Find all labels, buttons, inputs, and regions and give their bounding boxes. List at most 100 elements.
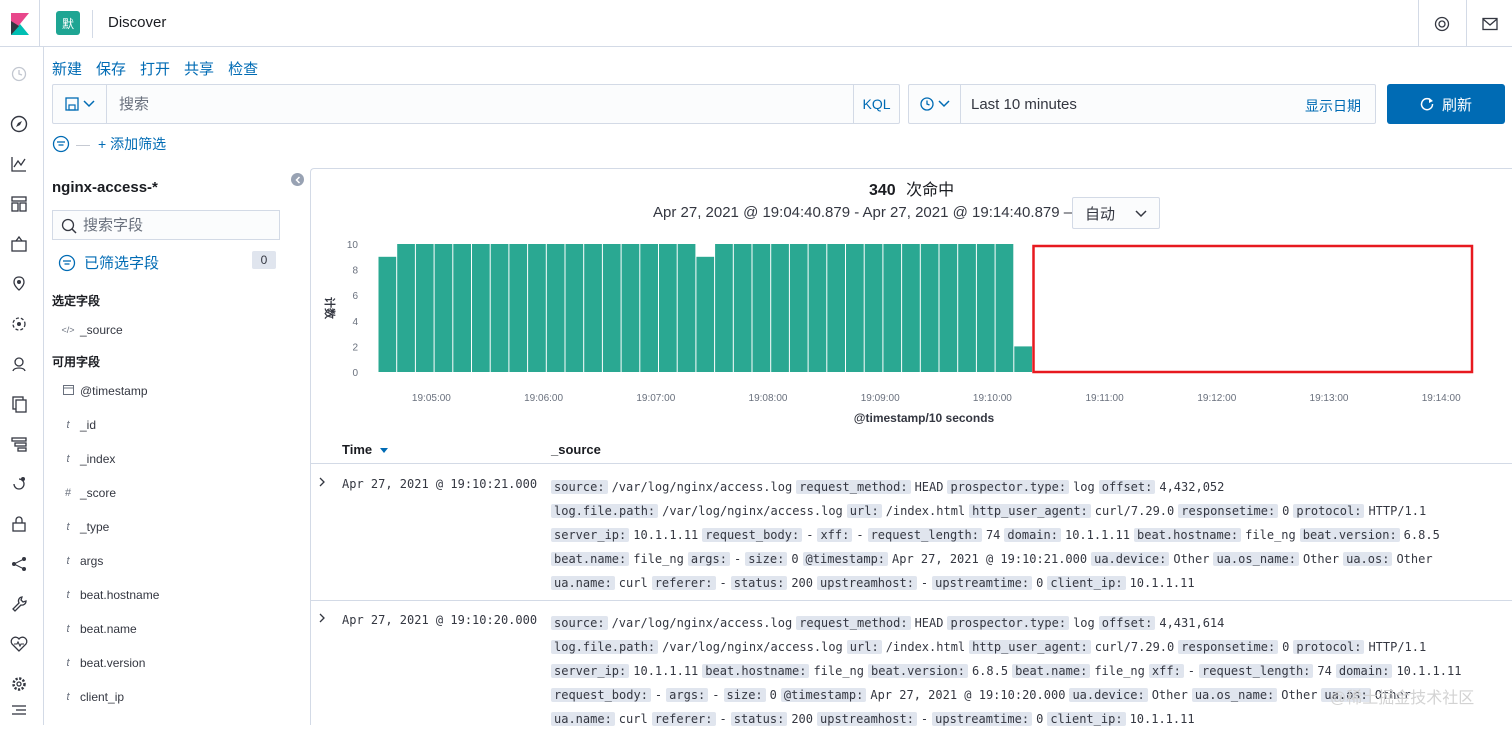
- menu-new[interactable]: 新建: [52, 58, 82, 79]
- field-item[interactable]: @timestamp: [58, 382, 148, 400]
- source-field: status: 200: [730, 571, 813, 595]
- field-key: status:: [730, 712, 788, 726]
- time-range-value[interactable]: Last 10 minutes: [971, 96, 1077, 113]
- field-key: responsetime:: [1178, 640, 1279, 654]
- field-search-box: [52, 210, 280, 240]
- apm-icon[interactable]: [8, 433, 30, 455]
- time-column-header[interactable]: Time: [342, 442, 388, 457]
- field-value: curl/7.29.0: [1094, 640, 1175, 654]
- field-item[interactable]: t _id: [58, 416, 96, 434]
- field-key: prospector.type:: [947, 616, 1070, 630]
- field-name: _type: [80, 520, 110, 534]
- help-button[interactable]: [1418, 0, 1464, 47]
- index-pattern-title[interactable]: nginx-access-*: [52, 179, 158, 196]
- field-item[interactable]: t beat.version: [58, 654, 145, 672]
- expand-row-chevron-icon[interactable]: [318, 475, 326, 490]
- maps-icon[interactable]: [8, 273, 30, 295]
- search-input[interactable]: [107, 85, 853, 123]
- collapse-nav-icon[interactable]: [8, 699, 30, 721]
- side-navigation: [0, 47, 44, 725]
- source-field: domain: 10.1.1.11: [1335, 659, 1461, 683]
- field-value: file_ng: [633, 552, 684, 566]
- field-key: protocol:: [1293, 640, 1365, 654]
- field-item[interactable]: t beat.name: [58, 620, 136, 638]
- histogram-bar: [696, 256, 715, 372]
- quick-select-button[interactable]: [909, 85, 961, 123]
- field-key: size:: [723, 688, 766, 702]
- histogram-bar: [976, 244, 995, 372]
- histogram-bar: [621, 244, 640, 372]
- field-value: 10.1.1.11: [633, 664, 699, 678]
- field-item[interactable]: t client_ip: [58, 688, 124, 706]
- menu-share[interactable]: 共享: [184, 58, 214, 79]
- field-value: 10.1.1.11: [1129, 712, 1195, 726]
- field-item-source[interactable]: </> _source: [58, 321, 122, 339]
- source-field: beat.hostname: file_ng: [1134, 523, 1296, 547]
- query-language-button[interactable]: KQL: [853, 85, 899, 123]
- siem-lock-icon[interactable]: [8, 513, 30, 535]
- field-value: Other: [1302, 552, 1340, 566]
- histogram-bar: [715, 244, 733, 372]
- field-item[interactable]: t beat.hostname: [58, 586, 159, 604]
- source-field: request_body: -: [702, 523, 813, 547]
- menu-open[interactable]: 打开: [140, 58, 170, 79]
- source-field: client_ip: 10.1.1.11: [1047, 707, 1195, 731]
- uptime-icon[interactable]: [8, 473, 30, 495]
- monitoring-heartbeat-icon[interactable]: [8, 633, 30, 655]
- field-item[interactable]: t _index: [58, 450, 115, 468]
- kibana-logo-icon[interactable]: [0, 0, 40, 47]
- field-item[interactable]: t _type: [58, 518, 109, 536]
- add-filter-button[interactable]: + 添加筛选: [98, 134, 166, 154]
- histogram-bar: [659, 244, 677, 372]
- histogram-bar: [846, 244, 864, 372]
- discover-compass-icon[interactable]: [8, 113, 30, 135]
- field-value: 6.8.5: [971, 664, 1009, 678]
- field-value: log: [1073, 480, 1095, 494]
- field-item[interactable]: # _score: [58, 484, 116, 502]
- x-tick-label: 19:05:00: [412, 393, 451, 404]
- expand-row-chevron-icon[interactable]: [318, 611, 326, 626]
- source-field: log.file.path:/var/log/nginx/access.log: [551, 499, 843, 523]
- collapse-sidebar-button[interactable]: [291, 173, 304, 186]
- field-value: Other: [1396, 552, 1433, 566]
- source-field: ua.name: curl: [551, 571, 648, 595]
- interval-select[interactable]: 自动: [1072, 197, 1160, 229]
- space-avatar[interactable]: 默: [56, 11, 80, 35]
- ml-icon[interactable]: [8, 313, 30, 335]
- histogram-bar: [640, 244, 658, 372]
- menu-save[interactable]: 保存: [96, 58, 126, 79]
- visualize-icon[interactable]: [8, 153, 30, 175]
- field-key: url:: [846, 504, 882, 518]
- field-sidebar: nginx-access-* 已筛选字段 0 选定字段 </> _source …: [44, 170, 309, 725]
- source-field: beat.version: 6.8.5: [1299, 523, 1440, 547]
- field-key: size:: [745, 552, 788, 566]
- dev-tools-wrench-icon[interactable]: [8, 593, 30, 615]
- menu-inspect[interactable]: 检查: [228, 58, 258, 79]
- histogram-bar: [789, 244, 808, 372]
- x-tick-label: 19:08:00: [749, 393, 788, 404]
- histogram-bar: [415, 244, 434, 372]
- page-title: Discover: [108, 14, 167, 31]
- management-gear-icon[interactable]: [8, 673, 30, 695]
- refresh-button[interactable]: 刷新: [1387, 84, 1505, 124]
- newsfeed-button[interactable]: [1466, 0, 1512, 47]
- logs-icon[interactable]: [8, 393, 30, 415]
- show-dates-link[interactable]: 显示日期: [1305, 96, 1361, 116]
- source-field: upstreamtime: 0: [932, 707, 1043, 731]
- saved-query-button[interactable]: [53, 85, 107, 123]
- filter-options-icon[interactable]: [52, 135, 70, 153]
- recent-icon[interactable]: [8, 63, 30, 85]
- dashboard-icon[interactable]: [8, 193, 30, 215]
- source-field: xff: -: [817, 523, 864, 547]
- source-field: ua.device: Other: [1091, 547, 1209, 571]
- canvas-icon[interactable]: [8, 233, 30, 255]
- field-item[interactable]: t args: [58, 552, 103, 570]
- field-search-input[interactable]: [83, 211, 273, 239]
- source-field: request_length: 74: [1199, 659, 1332, 683]
- filtered-fields-toggle[interactable]: 已筛选字段: [58, 252, 159, 273]
- filter-bar: — + 添加筛选: [52, 134, 166, 154]
- field-key: offset:: [1098, 480, 1156, 494]
- graph-icon[interactable]: [8, 553, 30, 575]
- infrastructure-icon[interactable]: [8, 353, 30, 375]
- histogram-bar: [864, 244, 883, 372]
